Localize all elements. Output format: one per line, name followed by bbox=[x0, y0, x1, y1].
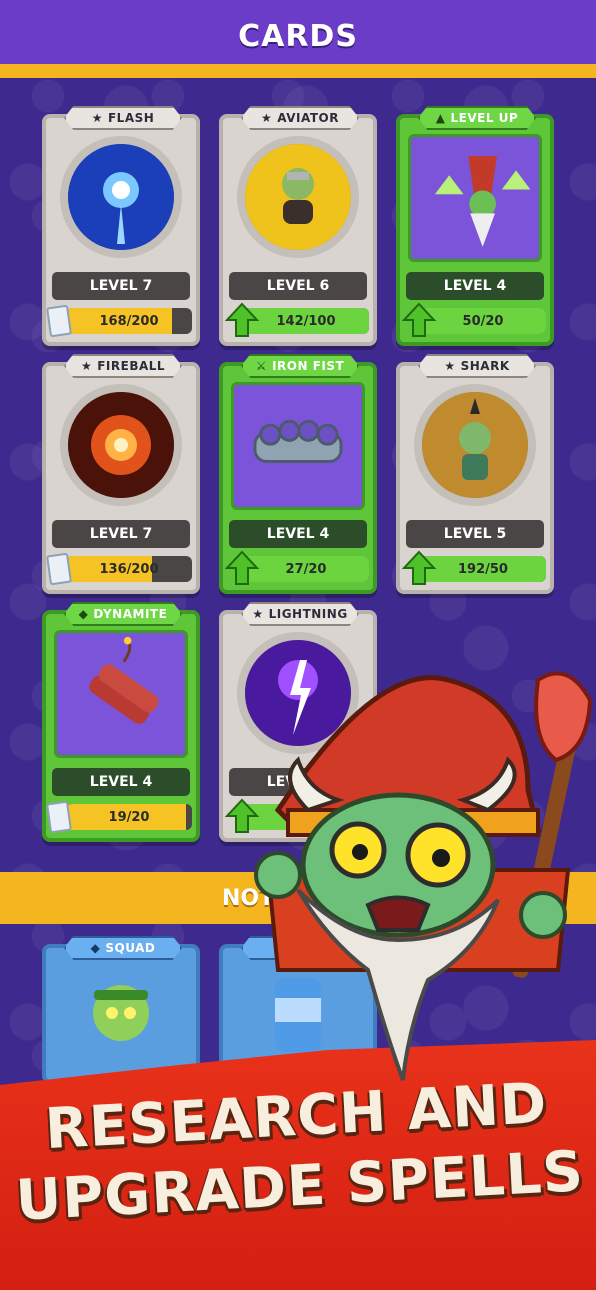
tag-icon: ◆ bbox=[78, 607, 89, 621]
card-name-tag: ◆ SQUAD bbox=[64, 936, 182, 960]
level-up-portrait bbox=[408, 134, 542, 262]
card-progress: 192/50 bbox=[420, 556, 546, 582]
card-level: LEVEL 4 bbox=[52, 768, 190, 796]
tag-icon: ◆ bbox=[90, 941, 101, 955]
sword-icon: ⚔ bbox=[255, 359, 268, 373]
card-level: LEVEL 4 bbox=[229, 520, 367, 548]
upgrade-arrow-icon bbox=[225, 302, 259, 337]
card-name-tag: ★ FIREBALL bbox=[64, 354, 182, 378]
iron-fist-portrait bbox=[231, 382, 365, 510]
upgrade-arrow-icon bbox=[225, 550, 259, 585]
card-level: LEVEL 4 bbox=[406, 272, 544, 300]
card-level: LEVEL 7 bbox=[52, 272, 190, 300]
fireball-portrait bbox=[60, 384, 182, 506]
card-name-tag: ★ FLASH bbox=[64, 106, 182, 130]
card-aviator[interactable]: ★ AVIATOR LEVEL 6 142/100 bbox=[219, 106, 377, 346]
card-name-tag: ◆ DYNAMITE bbox=[64, 602, 182, 626]
star-icon: ★ bbox=[261, 111, 273, 125]
card-level: LEVEL 7 bbox=[52, 520, 190, 548]
flash-portrait bbox=[60, 136, 182, 258]
card-count-icon bbox=[46, 304, 72, 338]
card-squad[interactable]: ◆ SQUAD bbox=[42, 936, 200, 1084]
star-icon: ★ bbox=[444, 359, 456, 373]
card-level-up[interactable]: ▲ LEVEL UP LEVEL 4 50/20 bbox=[396, 106, 554, 346]
wizard-mascot bbox=[254, 671, 593, 1081]
star-icon: ★ bbox=[252, 607, 264, 621]
card-name-tag: ★ AVIATOR bbox=[241, 106, 359, 130]
card-progress: 136/200 bbox=[66, 556, 192, 582]
dynamite-portrait bbox=[54, 630, 188, 758]
star-icon: ★ bbox=[80, 359, 93, 373]
card-count-icon bbox=[46, 800, 72, 834]
page-title: CARDS bbox=[238, 18, 358, 54]
card-fireball[interactable]: ★ FIREBALL LEVEL 7 136/200 bbox=[42, 354, 200, 594]
card-dynamite[interactable]: ◆ DYNAMITE LEVEL 4 19/20 bbox=[42, 602, 200, 842]
card-flash[interactable]: ★ FLASH LEVEL 7 168/200 bbox=[42, 106, 200, 346]
card-name-tag: ⚔ IRON FIST bbox=[241, 354, 359, 378]
card-progress: 168/200 bbox=[66, 308, 192, 334]
card-progress: 27/20 bbox=[243, 556, 369, 582]
card-name-tag: ★ SHARK bbox=[418, 354, 536, 378]
card-progress: 142/100 bbox=[243, 308, 369, 334]
aviator-portrait bbox=[237, 136, 359, 258]
card-level: LEVEL 6 bbox=[229, 272, 367, 300]
card-name-tag: ▲ LEVEL UP bbox=[418, 106, 536, 130]
wizard-hat-icon: ▲ bbox=[435, 111, 446, 125]
header-bar: CARDS bbox=[0, 0, 596, 78]
card-level: LEVEL 5 bbox=[406, 520, 544, 548]
card-name-tag: ★ LIGHTNING bbox=[241, 602, 359, 626]
card-progress: 50/20 bbox=[420, 308, 546, 334]
card-shark[interactable]: ★ SHARK LEVEL 5 192/50 bbox=[396, 354, 554, 594]
star-icon: ★ bbox=[91, 111, 103, 125]
upgrade-arrow-icon bbox=[402, 550, 436, 585]
card-count-icon bbox=[46, 552, 72, 586]
card-progress: 19/20 bbox=[66, 804, 192, 830]
upgrade-arrow-icon bbox=[402, 302, 436, 337]
shark-portrait bbox=[414, 384, 536, 506]
squad-portrait bbox=[93, 985, 149, 1041]
card-iron-fist[interactable]: ⚔ IRON FIST LEVEL 4 27/20 bbox=[219, 354, 377, 594]
